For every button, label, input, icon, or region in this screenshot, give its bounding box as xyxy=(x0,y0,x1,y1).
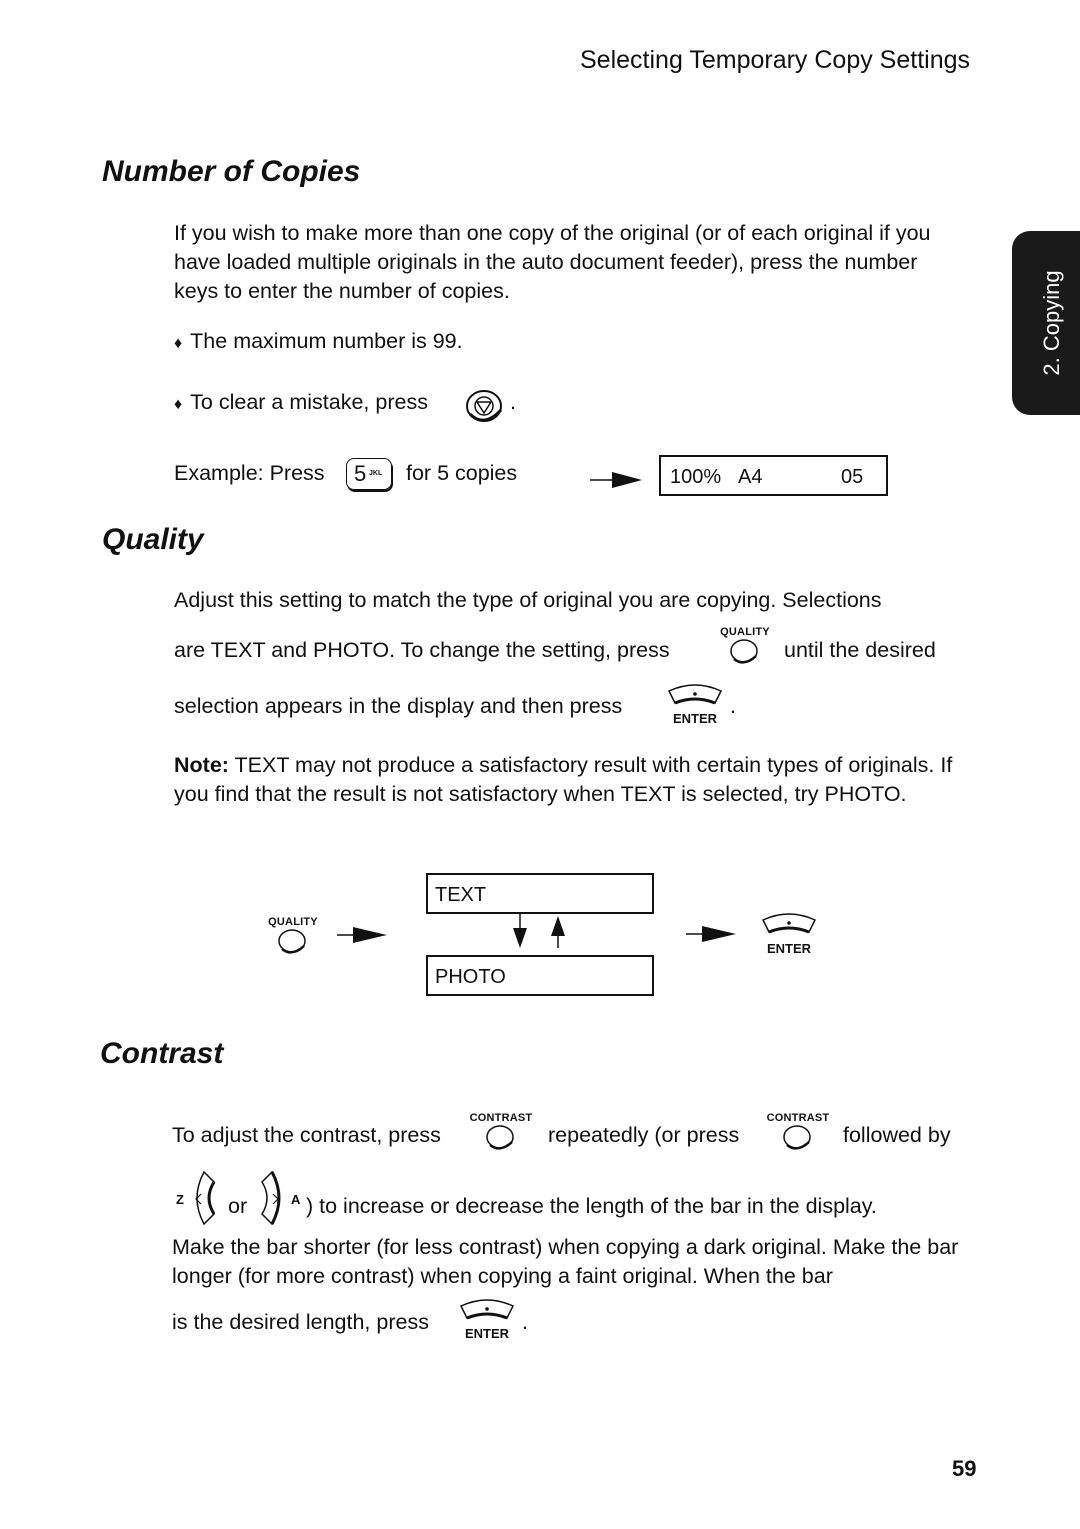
contrast-key-label: CONTRAST xyxy=(766,1112,830,1124)
bullet-clear-period: . xyxy=(510,390,516,414)
copies-intro: If you wish to make more than one copy o… xyxy=(174,221,931,303)
display-count: 05 xyxy=(841,466,864,488)
round-key-icon xyxy=(278,929,306,954)
key-digit: 5 xyxy=(354,461,367,486)
note-label: Note: xyxy=(174,753,229,777)
contrast-or: or xyxy=(228,1194,248,1218)
chapter-tab: 2. Copying xyxy=(1012,231,1080,415)
left-arrow-key-icon xyxy=(195,1170,216,1226)
bullet-icon: ♦ xyxy=(174,335,183,352)
note-text: TEXT may not produce a satisfactory resu… xyxy=(174,753,953,806)
display-paper: A4 xyxy=(738,466,763,488)
right-arrow-key-icon xyxy=(261,1170,281,1226)
section-title-copies: Number of Copies xyxy=(102,155,361,188)
display-zoom: 100% xyxy=(670,466,722,488)
quality-key-label: QUALITY xyxy=(268,916,318,928)
contrast-line-1-prefix: To adjust the contrast, press xyxy=(172,1123,441,1147)
chapter-tab-label: 2. Copying xyxy=(1039,270,1064,376)
bullet-max-text: The maximum number is 99. xyxy=(190,329,463,353)
enter-key-label: ENTER xyxy=(766,941,812,956)
contrast-line-2-suffix: ) to increase or decrease the length of … xyxy=(306,1194,877,1218)
section-title-quality: Quality xyxy=(102,523,204,556)
running-header: Selecting Temporary Copy Settings xyxy=(580,46,971,74)
diagram-enter-key: ENTER xyxy=(757,912,821,956)
arrow-right-icon xyxy=(337,927,387,943)
enter-key-label: ENTER xyxy=(464,1326,510,1341)
lcd-option-photo: PHOTO xyxy=(426,955,654,996)
key-letters: JKL xyxy=(369,470,383,477)
quality-line-3-prefix: selection appears in the display and the… xyxy=(174,694,623,718)
key-5-icon: 5 JKL xyxy=(346,458,392,490)
diagram-quality-key: QUALITY xyxy=(262,916,324,961)
quality-line-1: Adjust this setting to match the type of… xyxy=(174,588,882,612)
contrast-paragraph: Make the bar shorter (for less contrast)… xyxy=(172,1235,959,1288)
contrast-line-1-suffix: followed by xyxy=(843,1123,951,1147)
quality-note: Note: TEXT may not produce a satisfactor… xyxy=(174,751,964,809)
bullet-icon: ♦ xyxy=(174,396,183,413)
enter-key-icon xyxy=(667,684,723,705)
enter-key-inline: ENTER xyxy=(664,683,726,726)
contrast-last-suffix: . xyxy=(522,1310,528,1334)
contrast-key-2: CONTRAST xyxy=(759,1112,837,1157)
contrast-key-1: CONTRAST xyxy=(462,1112,540,1157)
contrast-last-prefix: is the desired length, press xyxy=(172,1310,429,1334)
example-prefix: Example: Press xyxy=(174,461,325,485)
example-suffix: for 5 copies xyxy=(406,461,518,485)
stop-key-icon xyxy=(466,390,503,422)
toggle-arrows-icon xyxy=(513,914,565,948)
left-key-letter: Z xyxy=(176,1192,185,1207)
lcd-display-copies: 100% A4 05 xyxy=(659,455,888,496)
quality-line-2-prefix: are TEXT and PHOTO. To change the settin… xyxy=(174,638,670,662)
enter-key-label: ENTER xyxy=(672,711,718,726)
round-key-icon xyxy=(486,1125,514,1150)
lcd-option-text: TEXT xyxy=(426,873,654,914)
round-key-icon xyxy=(730,639,758,664)
bullet-clear-text: To clear a mistake, press xyxy=(190,390,428,414)
quality-line-3-suffix: . xyxy=(730,694,736,718)
bullet-clear: ♦ To clear a mistake, press xyxy=(174,390,428,415)
option-text-label: TEXT xyxy=(435,884,487,906)
enter-key-icon xyxy=(459,1299,515,1320)
right-key-letter: A xyxy=(291,1192,301,1207)
bullet-max: ♦ The maximum number is 99. xyxy=(174,329,463,354)
quality-key-label: QUALITY xyxy=(720,626,770,638)
arrow-right-icon xyxy=(590,472,642,488)
quality-key-inline: QUALITY xyxy=(712,626,778,671)
page-number: 59 xyxy=(952,1456,977,1481)
enter-key-contrast: ENTER xyxy=(456,1298,518,1341)
contrast-key-label: CONTRAST xyxy=(469,1112,533,1124)
arrow-right-icon xyxy=(686,926,736,942)
option-photo-label: PHOTO xyxy=(435,966,506,988)
round-key-icon xyxy=(783,1125,811,1150)
enter-key-icon xyxy=(761,913,817,934)
section-title-contrast: Contrast xyxy=(100,1037,224,1070)
contrast-line-1-mid: repeatedly (or press xyxy=(548,1123,740,1147)
quality-line-2-suffix: until the desired xyxy=(784,638,936,662)
